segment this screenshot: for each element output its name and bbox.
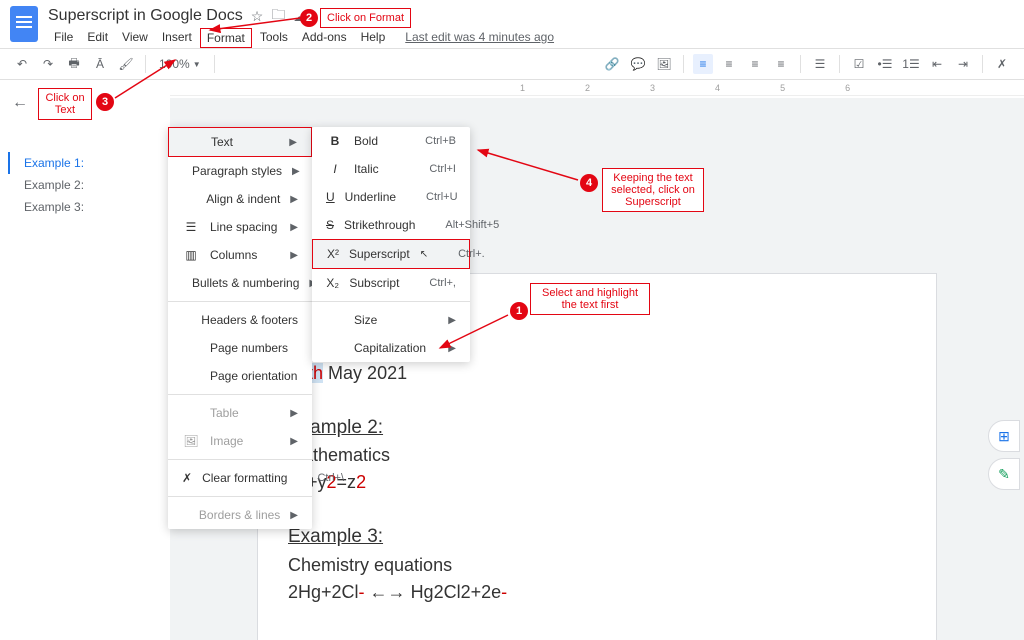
- menu-insert[interactable]: Insert: [156, 28, 198, 48]
- callout-num-4: 4: [580, 174, 598, 192]
- add-comment-button[interactable]: ⊞: [988, 420, 1020, 452]
- paint-format-button[interactable]: 🖌: [116, 54, 136, 74]
- format-image-item: 🖼Image▶: [168, 427, 312, 455]
- menu-file[interactable]: File: [48, 28, 79, 48]
- star-icon[interactable]: ☆: [251, 8, 264, 25]
- document-title[interactable]: Superscript in Google Docs: [48, 7, 243, 25]
- bold-icon: B: [326, 134, 344, 148]
- docs-logo-icon[interactable]: [10, 6, 38, 42]
- text-dropdown-menu: BBoldCtrl+B IItalicCtrl+I UUnderlineCtrl…: [312, 127, 470, 362]
- callout-4: Keeping the text selected, click on Supe…: [602, 168, 704, 212]
- menu-edit[interactable]: Edit: [81, 28, 114, 48]
- format-page-orientation-item[interactable]: Page orientation: [168, 362, 312, 390]
- callout-2: Click on Format: [320, 8, 411, 28]
- strikethrough-icon: S: [326, 218, 334, 232]
- heading-example-2[interactable]: Example 2:: [288, 414, 916, 443]
- link-button[interactable]: 🔗: [602, 54, 622, 74]
- redo-button[interactable]: ↷: [38, 54, 58, 74]
- suggesting-button[interactable]: ✎: [988, 458, 1020, 490]
- text-equation[interactable]: x2+y2=z2: [288, 469, 916, 496]
- decrease-indent-button[interactable]: ⇤: [927, 54, 947, 74]
- align-left-button[interactable]: ≡: [693, 54, 713, 74]
- toolbar: ↶ ↷ 🖶 Ā 🖌 100% ▼ 🔗 💬 🖼 ≡ ≡ ≡ ≡ ☰ ☑ •☰ 1☰…: [0, 48, 1024, 80]
- clear-formatting-button[interactable]: ✗: [992, 54, 1012, 74]
- spellcheck-button[interactable]: Ā: [90, 54, 110, 74]
- callout-num-1: 1: [510, 302, 528, 320]
- text-subscript-item[interactable]: X₂SubscriptCtrl+,: [312, 269, 470, 297]
- image-icon: 🖼: [182, 434, 200, 448]
- align-center-button[interactable]: ≡: [719, 54, 739, 74]
- last-edit-link[interactable]: Last edit was 4 minutes ago: [405, 28, 554, 48]
- text-size-item[interactable]: Size▶: [312, 306, 470, 334]
- italic-icon: I: [326, 162, 344, 176]
- numbered-list-button[interactable]: 1☰: [901, 54, 921, 74]
- undo-button[interactable]: ↶: [12, 54, 32, 74]
- text-bold-item[interactable]: BBoldCtrl+B: [312, 127, 470, 155]
- outline-item-1[interactable]: Example 1:: [8, 152, 152, 174]
- text-mathematics[interactable]: Mathematics: [288, 442, 916, 469]
- callout-3: Click on Text: [38, 88, 92, 120]
- increase-indent-button[interactable]: ⇥: [953, 54, 973, 74]
- format-headers-item[interactable]: Headers & footers: [168, 306, 312, 334]
- text-italic-item[interactable]: IItalicCtrl+I: [312, 155, 470, 183]
- format-page-numbers-item[interactable]: Page numbers: [168, 334, 312, 362]
- menu-addons[interactable]: Add-ons: [296, 28, 353, 48]
- superscript-icon: X²: [327, 247, 339, 261]
- format-bullets-item[interactable]: Bullets & numbering▶: [168, 269, 312, 297]
- text-superscript-item[interactable]: X²Superscript↖Ctrl+.: [312, 239, 470, 269]
- line-spacing-button[interactable]: ☰: [810, 54, 830, 74]
- menu-format[interactable]: Format: [200, 28, 252, 48]
- menu-tools[interactable]: Tools: [254, 28, 294, 48]
- move-icon[interactable]: 🗀: [271, 4, 285, 28]
- print-button[interactable]: 🖶: [64, 54, 84, 74]
- align-right-button[interactable]: ≡: [745, 54, 765, 74]
- horizontal-ruler[interactable]: 123 456: [170, 80, 1024, 96]
- heading-example-3[interactable]: Example 3:: [288, 523, 916, 552]
- outline-item-2[interactable]: Example 2:: [8, 174, 152, 196]
- text-date-value[interactable]: 15th May 2021: [288, 360, 916, 387]
- callout-1: Select and highlight the text first: [530, 283, 650, 315]
- format-align-item[interactable]: Align & indent▶: [168, 185, 312, 213]
- underline-icon: U: [326, 190, 335, 204]
- clear-format-icon: ✗: [182, 471, 192, 485]
- image-insert-button[interactable]: 🖼: [654, 54, 674, 74]
- menu-help[interactable]: Help: [355, 28, 392, 48]
- text-chemistry[interactable]: Chemistry equations: [288, 552, 916, 579]
- cursor-icon: ↖: [420, 249, 428, 260]
- menu-view[interactable]: View: [116, 28, 154, 48]
- subscript-icon: X₂: [326, 276, 339, 290]
- text-underline-item[interactable]: UUnderlineCtrl+U: [312, 183, 470, 211]
- text-strikethrough-item[interactable]: SStrikethroughAlt+Shift+5: [312, 211, 470, 239]
- format-text-item[interactable]: Text▶: [168, 127, 312, 157]
- format-clear-item[interactable]: ✗Clear formattingCtrl+\: [168, 464, 312, 492]
- format-columns-item[interactable]: ▥Columns▶: [168, 241, 312, 269]
- checklist-button[interactable]: ☑: [849, 54, 869, 74]
- text-chem-equation[interactable]: 2Hg+2Cl- ←→ Hg2Cl2+2e-: [288, 579, 916, 606]
- format-paragraph-item[interactable]: Paragraph styles▶: [168, 157, 312, 185]
- align-justify-button[interactable]: ≡: [771, 54, 791, 74]
- text-capitalization-item[interactable]: Capitalization▶: [312, 334, 470, 362]
- callout-num-3: 3: [96, 93, 114, 111]
- outline-panel: ← Example 1: Example 2: Example 3:: [0, 80, 160, 640]
- comment-button[interactable]: 💬: [628, 54, 648, 74]
- callout-num-2: 2: [300, 9, 318, 27]
- bulleted-list-button[interactable]: •☰: [875, 54, 895, 74]
- line-spacing-icon: ☰: [182, 220, 200, 234]
- format-table-item: Table▶: [168, 399, 312, 427]
- format-borders-item: Borders & lines▶: [168, 501, 312, 529]
- outline-item-3[interactable]: Example 3:: [8, 196, 152, 218]
- zoom-select[interactable]: 100% ▼: [155, 57, 205, 71]
- format-dropdown-menu: Text▶ Paragraph styles▶ Align & indent▶ …: [168, 127, 312, 529]
- format-line-spacing-item[interactable]: ☰Line spacing▶: [168, 213, 312, 241]
- columns-icon: ▥: [182, 248, 200, 262]
